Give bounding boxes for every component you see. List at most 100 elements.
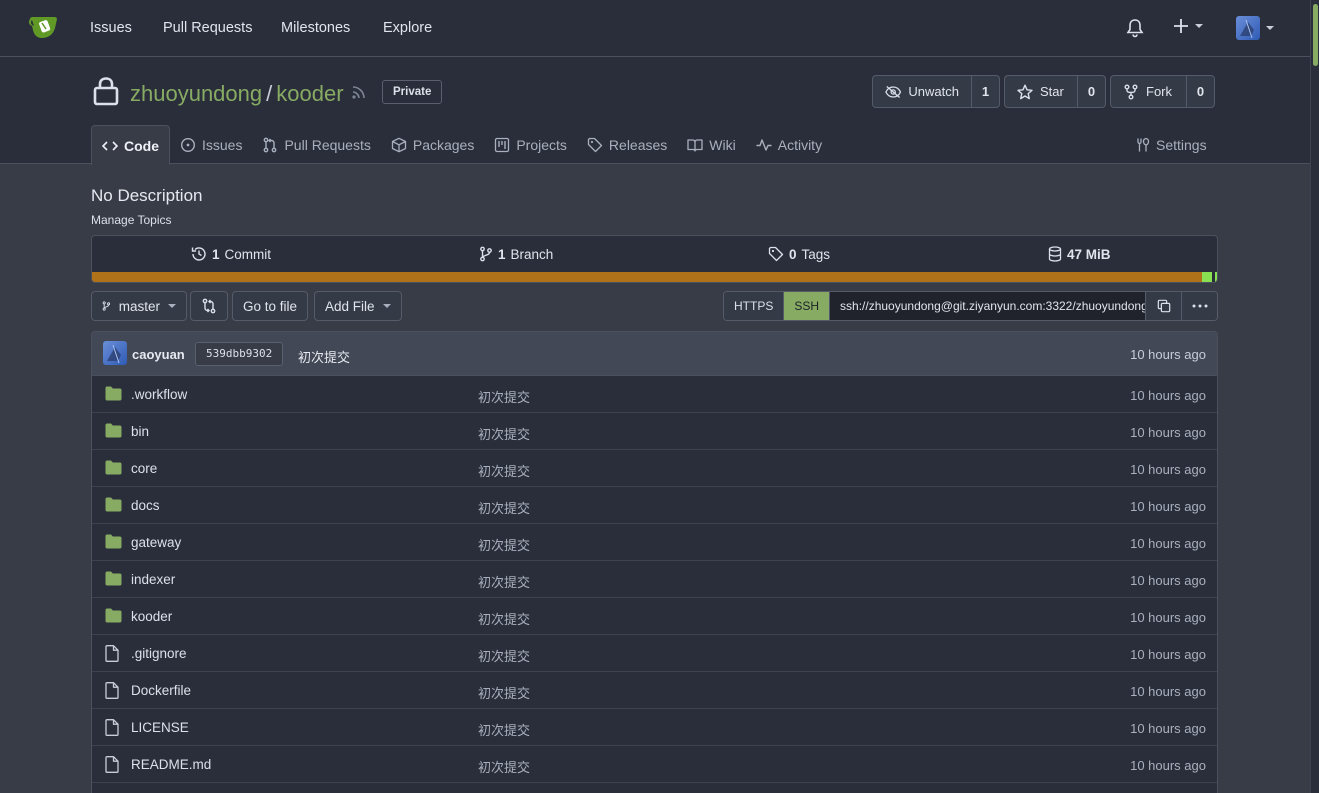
code-icon <box>102 140 118 151</box>
file-name-link[interactable]: kooder <box>131 609 172 624</box>
branches-stat[interactable]: 1 Branch <box>479 246 553 262</box>
repo-name-link[interactable]: kooder <box>276 81 343 107</box>
watchers-count[interactable]: 1 <box>971 76 999 107</box>
file-commit-time: 10 hours ago <box>1130 684 1206 699</box>
branch-name: master <box>118 298 160 314</box>
manage-topics-link[interactable]: Manage Topics <box>91 213 172 227</box>
file-row[interactable]: gateway 初次提交 10 hours ago <box>92 524 1217 561</box>
tab-label: Wiki <box>709 137 736 153</box>
file-commit-message[interactable]: 初次提交 <box>478 757 530 776</box>
project-icon <box>495 137 510 153</box>
stars-count[interactable]: 0 <box>1077 76 1105 107</box>
clone-url-input[interactable]: ssh://zhuoyundong@git.ziyanyun.com:3322/… <box>830 292 1145 320</box>
commit-author[interactable]: caoyuan <box>132 347 185 362</box>
file-row[interactable]: indexer 初次提交 10 hours ago <box>92 561 1217 598</box>
notification-bell-icon[interactable] <box>1126 18 1144 38</box>
tab-pull-requests[interactable]: Pull Requests <box>252 125 380 165</box>
language-segment[interactable] <box>92 272 1203 282</box>
file-row[interactable] <box>92 783 1217 793</box>
scrollbar-thumb[interactable] <box>1313 4 1318 66</box>
file-row[interactable]: Dockerfile 初次提交 10 hours ago <box>92 672 1217 709</box>
tab-wiki[interactable]: Wiki <box>677 125 745 165</box>
branch-selector[interactable]: master <box>91 291 187 321</box>
file-name-link[interactable]: gateway <box>131 535 181 550</box>
language-stats-bar[interactable] <box>92 272 1217 282</box>
add-file-button[interactable]: Add File <box>314 291 402 321</box>
file-row[interactable]: LICENSE 初次提交 10 hours ago <box>92 709 1217 746</box>
create-new-menu[interactable] <box>1173 18 1203 34</box>
file-name-link[interactable]: LICENSE <box>131 720 189 735</box>
branches-count: 1 <box>498 246 506 262</box>
clone-https-button[interactable]: HTTPS <box>724 292 785 320</box>
tab-packages[interactable]: Packages <box>381 125 484 165</box>
copy-icon <box>1157 299 1170 313</box>
tab-releases[interactable]: Releases <box>577 125 677 165</box>
forks-count[interactable]: 0 <box>1186 76 1214 107</box>
unwatch-button[interactable]: Unwatch <box>873 76 971 107</box>
file-commit-message[interactable]: 初次提交 <box>478 646 530 665</box>
commits-stat[interactable]: 1 Commit <box>191 246 271 262</box>
file-name-link[interactable]: core <box>131 461 157 476</box>
file-commit-message[interactable]: 初次提交 <box>478 461 530 480</box>
fork-button[interactable]: Fork <box>1111 76 1186 107</box>
file-row[interactable]: README.md 初次提交 10 hours ago <box>92 746 1217 783</box>
tab-issues[interactable]: Issues <box>170 125 252 165</box>
tab-settings[interactable]: Settings <box>1134 125 1207 165</box>
tags-stat[interactable]: 0 Tags <box>768 246 830 262</box>
commit-sha-link[interactable]: 539dbb9302 <box>195 342 284 366</box>
go-to-file-button[interactable]: Go to file <box>232 291 309 321</box>
file-row[interactable]: .workflow 初次提交 10 hours ago <box>92 376 1217 413</box>
tab-activity[interactable]: Activity <box>746 125 832 165</box>
file-row[interactable]: kooder 初次提交 10 hours ago <box>92 598 1217 635</box>
tab-label: Projects <box>516 137 567 153</box>
gitea-logo-icon[interactable] <box>28 14 60 40</box>
nav-link-issues[interactable]: Issues <box>90 20 132 36</box>
compare-button[interactable] <box>190 291 228 321</box>
file-name-link[interactable]: indexer <box>131 572 175 587</box>
file-name-link[interactable]: .workflow <box>131 387 187 402</box>
clone-ssh-button[interactable]: SSH <box>784 292 831 320</box>
file-icon <box>105 682 119 699</box>
file-commit-message[interactable]: 初次提交 <box>478 387 530 406</box>
file-commit-message[interactable]: 初次提交 <box>478 572 530 591</box>
file-commit-message[interactable]: 初次提交 <box>478 498 530 517</box>
commit-time: 10 hours ago <box>1130 347 1206 362</box>
repo-stats-bar: 1 Commit 1 Branch 0 Tags 47 MiB <box>91 235 1218 283</box>
file-commit-message[interactable]: 初次提交 <box>478 609 530 628</box>
nav-link-milestones[interactable]: Milestones <box>281 20 350 36</box>
star-button-group: Star 0 <box>1004 75 1106 108</box>
file-commit-message[interactable]: 初次提交 <box>478 535 530 554</box>
commit-author-avatar[interactable] <box>103 341 127 365</box>
tab-code[interactable]: Code <box>91 125 170 165</box>
page-scrollbar[interactable] <box>1310 0 1319 793</box>
file-name-link[interactable]: bin <box>131 424 149 439</box>
compare-icon <box>202 298 216 314</box>
file-commit-message[interactable]: 初次提交 <box>478 720 530 739</box>
user-menu[interactable] <box>1236 16 1274 40</box>
file-name-link[interactable]: README.md <box>131 757 211 772</box>
file-name-link[interactable]: docs <box>131 498 160 513</box>
tab-projects[interactable]: Projects <box>484 125 577 165</box>
file-row[interactable]: core 初次提交 10 hours ago <box>92 450 1217 487</box>
repo-owner-link[interactable]: zhuoyundong <box>130 81 262 107</box>
nav-link-explore[interactable]: Explore <box>383 20 432 36</box>
folder-icon <box>105 460 122 475</box>
star-label: Star <box>1040 84 1064 99</box>
nav-link-pull-requests[interactable]: Pull Requests <box>163 20 252 36</box>
more-options-button[interactable] <box>1181 292 1217 320</box>
language-segment[interactable] <box>1202 272 1213 282</box>
language-segment[interactable] <box>1214 272 1217 282</box>
file-name-link[interactable]: Dockerfile <box>131 683 191 698</box>
file-row[interactable]: bin 初次提交 10 hours ago <box>92 413 1217 450</box>
commit-message[interactable]: 初次提交 <box>298 347 350 366</box>
file-commit-message[interactable]: 初次提交 <box>478 683 530 702</box>
go-to-file-label: Go to file <box>243 298 298 314</box>
star-button[interactable]: Star <box>1005 76 1077 107</box>
file-row[interactable]: .gitignore 初次提交 10 hours ago <box>92 635 1217 672</box>
rss-feed-icon[interactable] <box>351 84 367 100</box>
file-commit-message[interactable]: 初次提交 <box>478 424 530 443</box>
copy-url-button[interactable] <box>1145 292 1181 320</box>
file-name-link[interactable]: .gitignore <box>131 646 187 661</box>
commits-count: 1 <box>212 246 220 262</box>
file-row[interactable]: docs 初次提交 10 hours ago <box>92 487 1217 524</box>
